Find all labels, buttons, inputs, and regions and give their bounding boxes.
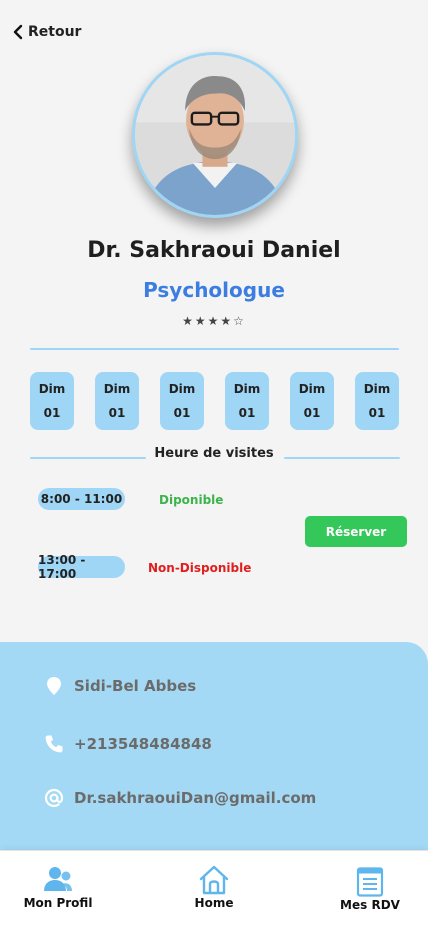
- email-text: Dr.sakhraouiDan@gmail.com: [74, 789, 317, 807]
- day-label: Dim: [298, 382, 326, 396]
- home-icon: [199, 865, 229, 895]
- day-date: 01: [43, 406, 61, 420]
- phone-text: +213548484848: [74, 735, 212, 753]
- location-pin-icon: [47, 677, 61, 695]
- day-date: 01: [368, 406, 386, 420]
- phone-icon: [45, 735, 63, 753]
- nav-item-home[interactable]: Home: [182, 865, 246, 910]
- slot-status: Diponible: [159, 493, 224, 507]
- reserve-button[interactable]: Réserver: [305, 516, 407, 547]
- day-chip[interactable]: Dim 01: [355, 372, 399, 430]
- day-selector: Dim 01 Dim 01 Dim 01 Dim 01 Dim 01 Dim 0…: [30, 372, 399, 430]
- doctor-avatar: [132, 52, 298, 218]
- day-date: 01: [173, 406, 191, 420]
- time-slot[interactable]: 8:00 - 11:00: [38, 488, 125, 510]
- rating-stars: ★★★★☆: [182, 314, 246, 328]
- time-slot[interactable]: 13:00 - 17:00: [38, 553, 125, 581]
- doctor-specialty: Psychologue: [143, 278, 285, 302]
- email-row[interactable]: Dr.sakhraouiDan@gmail.com: [44, 788, 316, 808]
- doctor-name: Dr. Sakhraoui Daniel: [87, 238, 341, 263]
- divider: [284, 457, 400, 459]
- at-sign-icon: [44, 788, 64, 808]
- divider: [30, 348, 399, 350]
- nav-item-appointments[interactable]: Mes RDV: [334, 867, 406, 912]
- day-date: 01: [238, 406, 256, 420]
- day-chip[interactable]: Dim 01: [95, 372, 139, 430]
- nav-item-profile[interactable]: Mon Profil: [22, 865, 94, 910]
- back-label: Retour: [28, 24, 82, 40]
- day-chip[interactable]: Dim 01: [30, 372, 74, 430]
- day-date: 01: [303, 406, 321, 420]
- day-label: Dim: [168, 382, 196, 396]
- slot-status: Non-Disponible: [148, 561, 252, 575]
- day-label: Dim: [233, 382, 261, 396]
- address-row: Sidi-Bel Abbes: [44, 676, 196, 696]
- day-chip[interactable]: Dim 01: [290, 372, 334, 430]
- day-label: Dim: [363, 382, 391, 396]
- chevron-left-icon: [13, 24, 23, 40]
- contact-panel: Sidi-Bel Abbes +213548484848 Dr.sakhraou…: [0, 642, 428, 872]
- day-chip[interactable]: Dim 01: [225, 372, 269, 430]
- day-date: 01: [108, 406, 126, 420]
- phone-row[interactable]: +213548484848: [44, 734, 212, 754]
- day-chip[interactable]: Dim 01: [160, 372, 204, 430]
- day-label: Dim: [38, 382, 66, 396]
- nav-label-appointments: Mes RDV: [340, 898, 400, 912]
- nav-label-profile: Mon Profil: [23, 896, 93, 910]
- day-label: Dim: [103, 382, 131, 396]
- back-button[interactable]: Retour: [12, 24, 81, 40]
- address-text: Sidi-Bel Abbes: [74, 677, 197, 695]
- bottom-navigation: Mon Profil Home Mes RDV: [0, 850, 428, 926]
- users-icon: [44, 867, 72, 891]
- document-list-icon: [356, 867, 384, 897]
- nav-label-home: Home: [194, 896, 234, 910]
